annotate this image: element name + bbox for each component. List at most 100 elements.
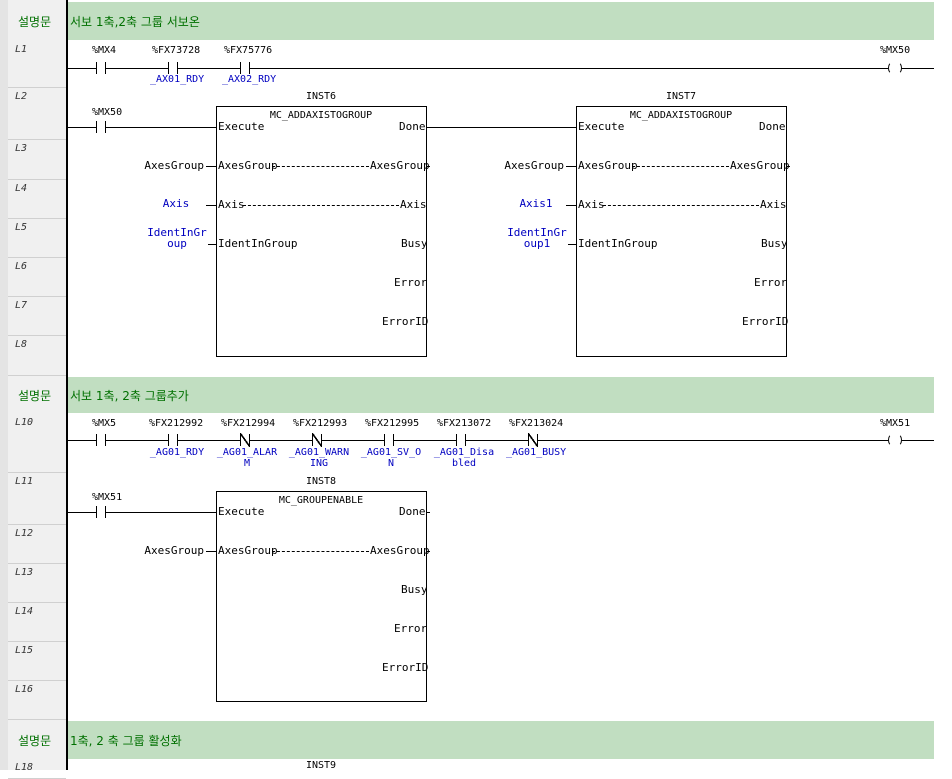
rung-wire (68, 127, 216, 128)
line-label: L1 (8, 41, 66, 88)
pin-identingroup: IdentInGroup (218, 237, 298, 250)
no-contact[interactable] (456, 434, 466, 446)
no-contact[interactable] (96, 121, 106, 133)
pin-axis-in: Axis (218, 198, 245, 211)
no-contact[interactable] (96, 62, 106, 74)
line-label: L11 (8, 473, 66, 525)
rung-wire (68, 512, 216, 513)
input-stub (566, 166, 576, 167)
line-label: L3 (8, 140, 66, 180)
pin-axesgroup-out: AxesGroup (370, 159, 430, 172)
contact-var: %MX4 (92, 45, 117, 56)
line-label: L7 (8, 297, 66, 336)
contact-var: %FX213024 (509, 418, 564, 429)
comment-label: 설명문 (8, 2, 66, 40)
fb-instance: INST8 (305, 476, 337, 487)
pin-done: Done (759, 120, 786, 133)
contact-var: %FX212993 (293, 418, 348, 429)
pin-error: Error (754, 276, 788, 289)
pin-axesgroup-in: AxesGroup (218, 159, 278, 172)
no-contact[interactable] (240, 62, 250, 74)
no-contact[interactable] (96, 434, 106, 446)
pin-axis-out: Axis (400, 198, 427, 211)
nc-contact[interactable] (240, 433, 250, 447)
contact-var: %MX5 (92, 418, 117, 429)
param-axesgroup[interactable]: AxesGroup (500, 159, 564, 172)
comment-row[interactable]: 서보 1축, 2축 그룹추가 (68, 377, 934, 413)
pin-axesgroup-out: AxesGroup (730, 159, 790, 172)
pass-through-line (243, 205, 399, 206)
fb-instance: INST6 (305, 91, 337, 102)
output-stub (426, 512, 430, 513)
rung-wire (426, 127, 576, 128)
contact-comment: _AG01_WARNING (288, 447, 350, 469)
line-label: L6 (8, 258, 66, 297)
contact-var: %MX51 (92, 492, 123, 503)
rung-wire (68, 68, 934, 69)
line-label: L8 (8, 336, 66, 376)
no-contact[interactable] (168, 62, 178, 74)
contact-comment: _AG01_ALARM (216, 447, 278, 469)
output-stub (426, 551, 430, 552)
param-axis[interactable]: Axis (150, 198, 202, 209)
no-contact[interactable] (168, 434, 178, 446)
pin-errorid: ErrorID (382, 661, 429, 674)
comment-row[interactable]: 1축, 2 축 그룹 활성화 (68, 721, 934, 759)
output-stub (426, 166, 430, 167)
pin-axesgroup-in: AxesGroup (578, 159, 638, 172)
pin-axis-out: Axis (760, 198, 787, 211)
pin-execute: Execute (218, 505, 265, 518)
param-axis[interactable]: Axis1 (510, 198, 562, 209)
output-coil[interactable] (888, 434, 902, 446)
contact-comment: _AG01_BUSY (506, 447, 567, 458)
pass-through-line (632, 166, 729, 167)
comment-label: 설명문 (8, 377, 66, 413)
input-stub (566, 205, 576, 206)
pin-execute: Execute (218, 120, 265, 133)
nc-contact[interactable] (528, 433, 538, 447)
param-axesgroup[interactable]: AxesGroup (140, 544, 204, 557)
pin-busy: Busy (761, 237, 788, 250)
line-label: L14 (8, 603, 66, 642)
fb-instance: INST9 (305, 760, 337, 771)
line-label: L15 (8, 642, 66, 681)
param-axesgroup[interactable]: AxesGroup (140, 159, 204, 172)
input-stub (208, 244, 216, 245)
line-label: L5 (8, 219, 66, 258)
param-identingroup[interactable]: IdentInGroup1 (506, 227, 568, 249)
right-margin (934, 0, 952, 770)
nc-contact[interactable] (312, 433, 322, 447)
contact-var: %FX213072 (437, 418, 492, 429)
line-label: L18 (8, 759, 66, 779)
contact-var: %FX212994 (221, 418, 276, 429)
contact-comment: _AX02_RDY (222, 74, 277, 85)
pass-through-line (272, 551, 369, 552)
contact-var: %FX212995 (365, 418, 420, 429)
pin-execute: Execute (578, 120, 625, 133)
contact-comment: _AG01_RDY (149, 447, 205, 458)
line-label: L4 (8, 180, 66, 219)
contact-comment: _AG01_Disabled (433, 447, 495, 469)
pin-done: Done (399, 120, 426, 133)
pin-axis-in: Axis (578, 198, 605, 211)
output-stub (786, 166, 790, 167)
comment-row[interactable]: 서보 1축,2축 그룹 서보온 (68, 2, 934, 40)
line-label: L13 (8, 564, 66, 603)
line-label: L16 (8, 681, 66, 720)
output-coil[interactable] (888, 62, 902, 74)
pass-through-line (603, 205, 759, 206)
pin-error: Error (394, 276, 428, 289)
rung-wire (68, 440, 934, 441)
pin-axesgroup-in: AxesGroup (218, 544, 278, 557)
line-label: L12 (8, 525, 66, 564)
param-identingroup[interactable]: IdentInGroup (146, 227, 208, 249)
contact-var: %FX212992 (149, 418, 204, 429)
pin-identingroup: IdentInGroup (578, 237, 658, 250)
contact-var: %FX73728 (152, 45, 201, 56)
no-contact[interactable] (96, 506, 106, 518)
pin-busy: Busy (401, 583, 428, 596)
no-contact[interactable] (384, 434, 394, 446)
pin-errorid: ErrorID (742, 315, 789, 328)
comment-label: 설명문 (8, 721, 66, 759)
contact-var: %FX75776 (224, 45, 273, 56)
